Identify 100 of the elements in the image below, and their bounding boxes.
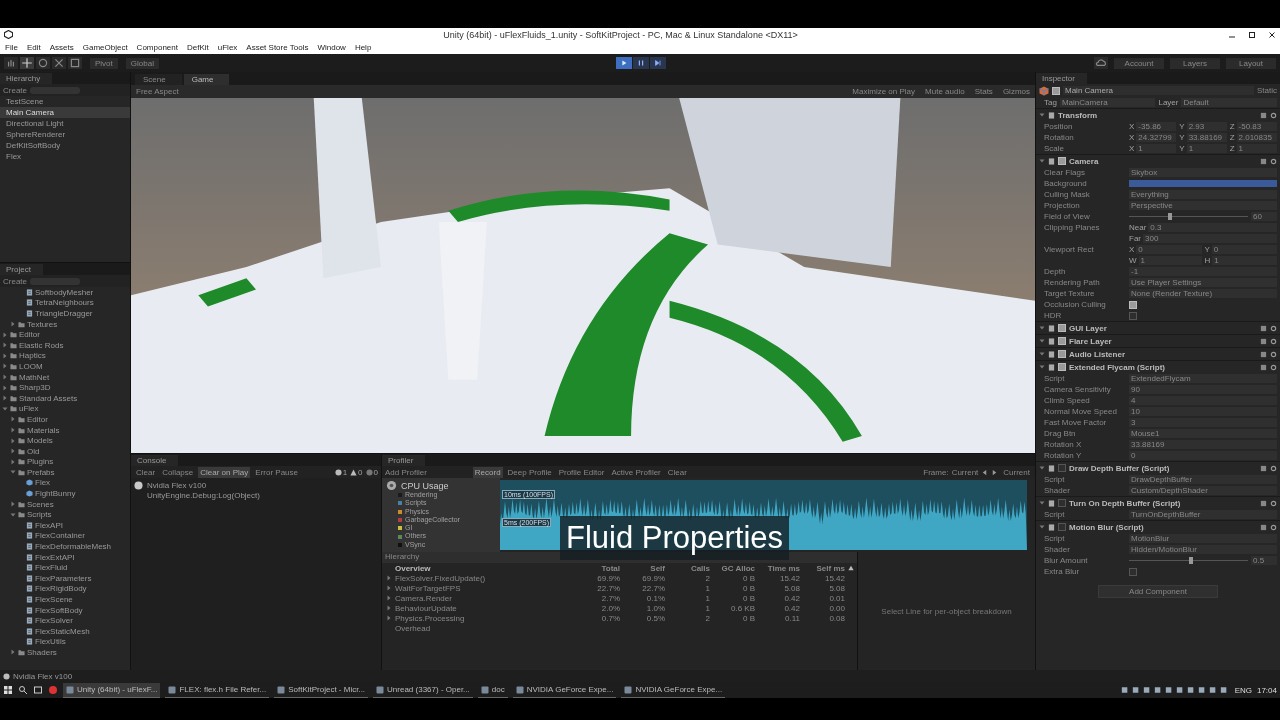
collapse-arrow-icon[interactable] — [1039, 524, 1045, 530]
project-item[interactable]: FlexDeformableMesh — [35, 542, 112, 552]
settings-icon[interactable] — [1270, 499, 1277, 507]
expand-arrow-icon[interactable] — [10, 416, 16, 423]
dropdown-field[interactable]: Perspective — [1129, 201, 1277, 210]
dropdown-field[interactable]: Use Player Settings — [1129, 278, 1277, 287]
dropdown-field[interactable]: Mouse1 — [1129, 429, 1277, 438]
checkbox[interactable] — [1129, 567, 1137, 576]
collapse-arrow-icon[interactable] — [1039, 158, 1045, 164]
move-tool-icon[interactable] — [20, 57, 34, 69]
expand-arrow-icon[interactable] — [2, 405, 8, 412]
project-item[interactable]: Plugins — [27, 457, 54, 467]
expand-arrow-icon[interactable] — [10, 458, 16, 465]
expand-arrow-icon[interactable] — [10, 511, 16, 518]
number-field[interactable]: 90 — [1129, 385, 1277, 394]
project-item[interactable]: FlexUtils — [35, 637, 66, 647]
layer-dropdown[interactable]: Default — [1181, 98, 1277, 107]
component-checkbox[interactable] — [1058, 363, 1066, 371]
taskbar-app[interactable]: Unread (3367) - Oper... — [373, 682, 473, 698]
search-icon[interactable] — [18, 685, 28, 695]
project-item[interactable]: Models — [27, 436, 53, 446]
static-dropdown[interactable]: Static — [1257, 86, 1277, 95]
expand-arrow-icon[interactable] — [386, 595, 392, 601]
menu-item[interactable]: Component — [136, 43, 178, 52]
object-field[interactable]: MotionBlur — [1129, 534, 1277, 543]
object-field[interactable]: Custom/DepthShader — [1129, 486, 1277, 495]
table-cell[interactable]: Physics.Processing — [392, 613, 575, 623]
component-title[interactable]: Camera — [1069, 156, 1257, 166]
expand-arrow-icon[interactable] — [10, 501, 16, 508]
account-dropdown[interactable]: Account — [1114, 57, 1164, 69]
hierarchy-item[interactable]: DefKitSoftBody — [0, 140, 130, 151]
collapse-arrow-icon[interactable] — [1039, 338, 1045, 344]
taskbar-app[interactable]: SoftKitProject - Micr... — [274, 682, 369, 698]
table-cell[interactable]: FlexSolver.FixedUpdate() — [392, 573, 575, 583]
expand-arrow-icon[interactable] — [10, 448, 16, 455]
clock[interactable]: 17:04 — [1256, 685, 1277, 695]
number-field[interactable]: 4 — [1129, 396, 1277, 405]
project-item[interactable]: Scripts — [27, 510, 52, 520]
hierarchy-tab[interactable]: Hierarchy — [0, 73, 53, 84]
console-toggle-button[interactable]: Error Pause — [253, 466, 300, 478]
profiler-toggle-button[interactable]: Profile Editor — [556, 466, 607, 478]
current-frame-button[interactable]: Current — [1001, 466, 1032, 478]
project-item[interactable]: FlexExtAPI — [35, 552, 75, 562]
game-view-option[interactable]: Stats — [974, 87, 993, 96]
project-item[interactable]: FlexStaticMesh — [35, 626, 90, 636]
number-field[interactable]: -50.83 — [1236, 122, 1277, 131]
expand-arrow-icon[interactable] — [2, 384, 8, 391]
component-checkbox[interactable] — [1058, 324, 1066, 332]
project-item[interactable]: Standard Assets — [19, 393, 78, 403]
table-cell[interactable]: WaitForTargetFPS — [392, 583, 575, 593]
menu-item[interactable]: GameObject — [82, 43, 128, 52]
game-view-option[interactable]: Mute audio — [925, 87, 965, 96]
dropdown-field[interactable]: Everything — [1129, 190, 1277, 199]
object-field[interactable]: DrawDepthBuffer — [1129, 475, 1277, 484]
console-toggle-button[interactable]: Collapse — [160, 466, 196, 478]
expand-arrow-icon[interactable] — [386, 575, 392, 581]
number-field[interactable]: 1 — [1236, 144, 1277, 153]
column-header[interactable]: Total — [575, 563, 620, 573]
expand-arrow-icon[interactable] — [10, 427, 16, 433]
taskbar-app[interactable]: Unity (64bit) - uFlexF... — [63, 682, 161, 698]
number-field[interactable]: 2.010835 — [1236, 133, 1277, 142]
project-item[interactable]: Editor — [19, 330, 40, 340]
profiler-toggle-button[interactable]: Deep Profile — [505, 466, 554, 478]
menu-item[interactable]: Asset Store Tools — [246, 43, 309, 52]
task-view-icon[interactable] — [33, 685, 43, 695]
component-checkbox[interactable] — [1058, 523, 1066, 531]
column-header[interactable]: GC Alloc — [710, 563, 755, 573]
profiler-tab[interactable]: Profiler — [382, 455, 426, 466]
hierarchy-item[interactable]: TestScene — [0, 96, 130, 107]
collapse-arrow-icon[interactable] — [1039, 112, 1045, 118]
number-field[interactable]: 0.3 — [1148, 223, 1277, 232]
table-cell[interactable]: BehaviourUpdate — [392, 603, 575, 613]
create-dropdown[interactable]: Create — [3, 85, 27, 95]
number-field[interactable]: 300 — [1143, 234, 1277, 243]
project-item[interactable]: Editor — [27, 414, 48, 424]
expand-arrow-icon[interactable] — [2, 352, 8, 359]
scale-tool-icon[interactable] — [52, 57, 66, 69]
project-item[interactable]: FlexScene — [35, 595, 73, 604]
pause-button[interactable] — [633, 57, 649, 69]
profiler-toggle-button[interactable]: Active Profiler — [609, 466, 663, 478]
project-item[interactable]: FlexSoftBody — [35, 605, 83, 615]
expand-arrow-icon[interactable] — [386, 615, 392, 621]
object-field[interactable]: ExtendedFlycam — [1129, 374, 1277, 383]
project-item[interactable]: FightBunny — [35, 489, 76, 499]
project-item[interactable]: Scenes — [27, 499, 54, 509]
color-field[interactable] — [1129, 180, 1277, 187]
add-component-button[interactable]: Add Component — [1098, 585, 1218, 598]
object-field[interactable]: None (Render Texture) — [1129, 289, 1277, 298]
info-icon[interactable] — [334, 468, 342, 476]
expand-arrow-icon[interactable] — [2, 363, 8, 370]
number-field[interactable]: 33.88169 — [1186, 133, 1227, 142]
close-icon[interactable] — [1268, 30, 1276, 39]
number-field[interactable]: 1 — [1186, 144, 1227, 153]
number-field[interactable]: 0.5 — [1251, 556, 1277, 565]
component-checkbox[interactable] — [1058, 464, 1066, 472]
expand-arrow-icon[interactable] — [10, 649, 16, 656]
hierarchy-item[interactable]: SphereRenderer — [0, 129, 130, 140]
menu-item[interactable]: Edit — [26, 43, 41, 52]
number-field[interactable]: -35.86 — [1136, 122, 1177, 131]
settings-icon[interactable] — [1270, 157, 1277, 165]
